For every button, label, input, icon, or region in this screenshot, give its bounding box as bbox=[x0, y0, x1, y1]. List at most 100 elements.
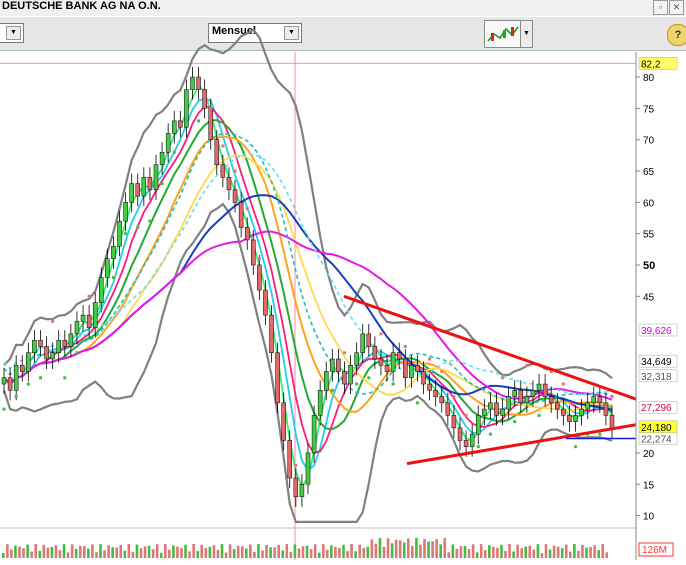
candle-body bbox=[19, 364, 25, 372]
volume-bar bbox=[475, 552, 479, 558]
candle-body bbox=[396, 352, 402, 360]
candle-body bbox=[56, 339, 61, 353]
volume-bar bbox=[30, 551, 33, 558]
volume-bar bbox=[467, 548, 471, 558]
price-badge-label: 27,296 bbox=[641, 403, 672, 414]
candle-body bbox=[591, 396, 597, 404]
price-badge-label: 34,649 bbox=[641, 357, 672, 368]
candle-body bbox=[415, 364, 420, 372]
sar-dot bbox=[51, 319, 55, 323]
volume-bar bbox=[70, 544, 74, 558]
y-tick-label: 65 bbox=[643, 167, 655, 178]
candle-body bbox=[147, 177, 153, 191]
candle-body bbox=[196, 76, 201, 90]
volume-bar bbox=[321, 544, 325, 558]
volume-bar bbox=[338, 547, 341, 558]
candle-body bbox=[171, 120, 177, 134]
volume-bar bbox=[127, 544, 131, 558]
volume-bar bbox=[366, 546, 370, 558]
y-tick-label: 20 bbox=[643, 449, 655, 460]
sar-dot bbox=[574, 445, 578, 449]
candle-body bbox=[463, 440, 469, 447]
volume-bar bbox=[601, 544, 604, 558]
sar-dot bbox=[172, 150, 176, 154]
candle-body bbox=[330, 358, 335, 372]
volume-bar bbox=[524, 546, 528, 558]
volume-bar bbox=[362, 547, 366, 558]
volume-bar bbox=[419, 544, 422, 558]
volume-bar bbox=[168, 549, 171, 558]
volume-bar bbox=[431, 541, 434, 558]
volume-bar bbox=[164, 544, 167, 558]
sar-dot bbox=[14, 395, 18, 399]
volume-bar bbox=[38, 550, 42, 558]
volume-bar bbox=[305, 545, 309, 558]
candle-body bbox=[44, 346, 49, 360]
candle-body bbox=[317, 390, 323, 416]
price-chart[interactable]: 80 75 70 65 60 55 50 45 20 15 10 82,2 39,626 34,649 32… bbox=[0, 0, 686, 565]
volume-bar bbox=[26, 544, 29, 558]
volume-bar bbox=[459, 546, 463, 558]
volume-bar bbox=[14, 545, 17, 558]
sar-dot bbox=[415, 401, 419, 405]
candle-body bbox=[68, 333, 74, 347]
volume-bar bbox=[317, 552, 321, 558]
sar-dot bbox=[111, 276, 115, 280]
volume-bar bbox=[313, 544, 317, 558]
volume-bar bbox=[103, 550, 106, 558]
volume-bar bbox=[330, 545, 333, 558]
candle-body bbox=[7, 377, 13, 391]
candle-body bbox=[305, 452, 311, 485]
candle-body bbox=[99, 277, 104, 303]
y-tick-label: 15 bbox=[643, 480, 655, 491]
volume-bar bbox=[115, 547, 118, 558]
candle-body bbox=[548, 396, 554, 404]
sar-dot bbox=[488, 432, 492, 436]
volume-bar bbox=[172, 545, 175, 558]
volume-bar bbox=[435, 539, 438, 558]
y-tick-label: 50 bbox=[643, 260, 655, 272]
y-tick-label: 60 bbox=[643, 198, 655, 209]
volume-bar bbox=[488, 545, 491, 558]
volume-bar bbox=[528, 545, 532, 558]
volume-bar bbox=[427, 541, 430, 558]
volume-bar bbox=[548, 549, 552, 558]
volume-bar bbox=[83, 546, 86, 558]
volume-bar bbox=[143, 546, 147, 558]
volume-bar bbox=[139, 548, 143, 558]
y-tick-label: 45 bbox=[643, 292, 655, 303]
volume-bar bbox=[176, 546, 179, 558]
volume-bar bbox=[439, 544, 442, 558]
volume-bar bbox=[451, 544, 455, 558]
candle-body bbox=[202, 89, 207, 109]
volume-bar bbox=[273, 547, 276, 558]
volume-bar bbox=[281, 550, 285, 558]
sar-dot bbox=[440, 370, 444, 374]
candle-body bbox=[384, 364, 390, 372]
volume-bar bbox=[370, 539, 374, 558]
volume-bar bbox=[42, 544, 46, 558]
sar-dot bbox=[610, 395, 614, 399]
volume-bar bbox=[552, 545, 556, 558]
candle-body bbox=[38, 339, 43, 347]
volume-bar bbox=[257, 544, 260, 558]
candle-body bbox=[354, 352, 359, 366]
candle-body bbox=[482, 408, 487, 416]
sar-dot bbox=[38, 376, 42, 380]
candle-body bbox=[251, 239, 256, 266]
candle-body bbox=[500, 408, 505, 416]
sar-dot bbox=[233, 169, 237, 173]
candle-body bbox=[348, 364, 353, 385]
volume-bar bbox=[289, 551, 293, 558]
sar-dot bbox=[282, 407, 286, 411]
candle-body bbox=[555, 402, 560, 410]
volume-bar bbox=[512, 551, 515, 558]
sar-dot bbox=[160, 182, 164, 186]
candle-body bbox=[287, 440, 293, 479]
volume-bar bbox=[91, 544, 94, 558]
volume-bars bbox=[2, 538, 609, 558]
volume-bar bbox=[415, 538, 418, 558]
sar-dot bbox=[257, 257, 261, 261]
volume-bar bbox=[184, 544, 187, 558]
volume-bar bbox=[232, 549, 236, 558]
